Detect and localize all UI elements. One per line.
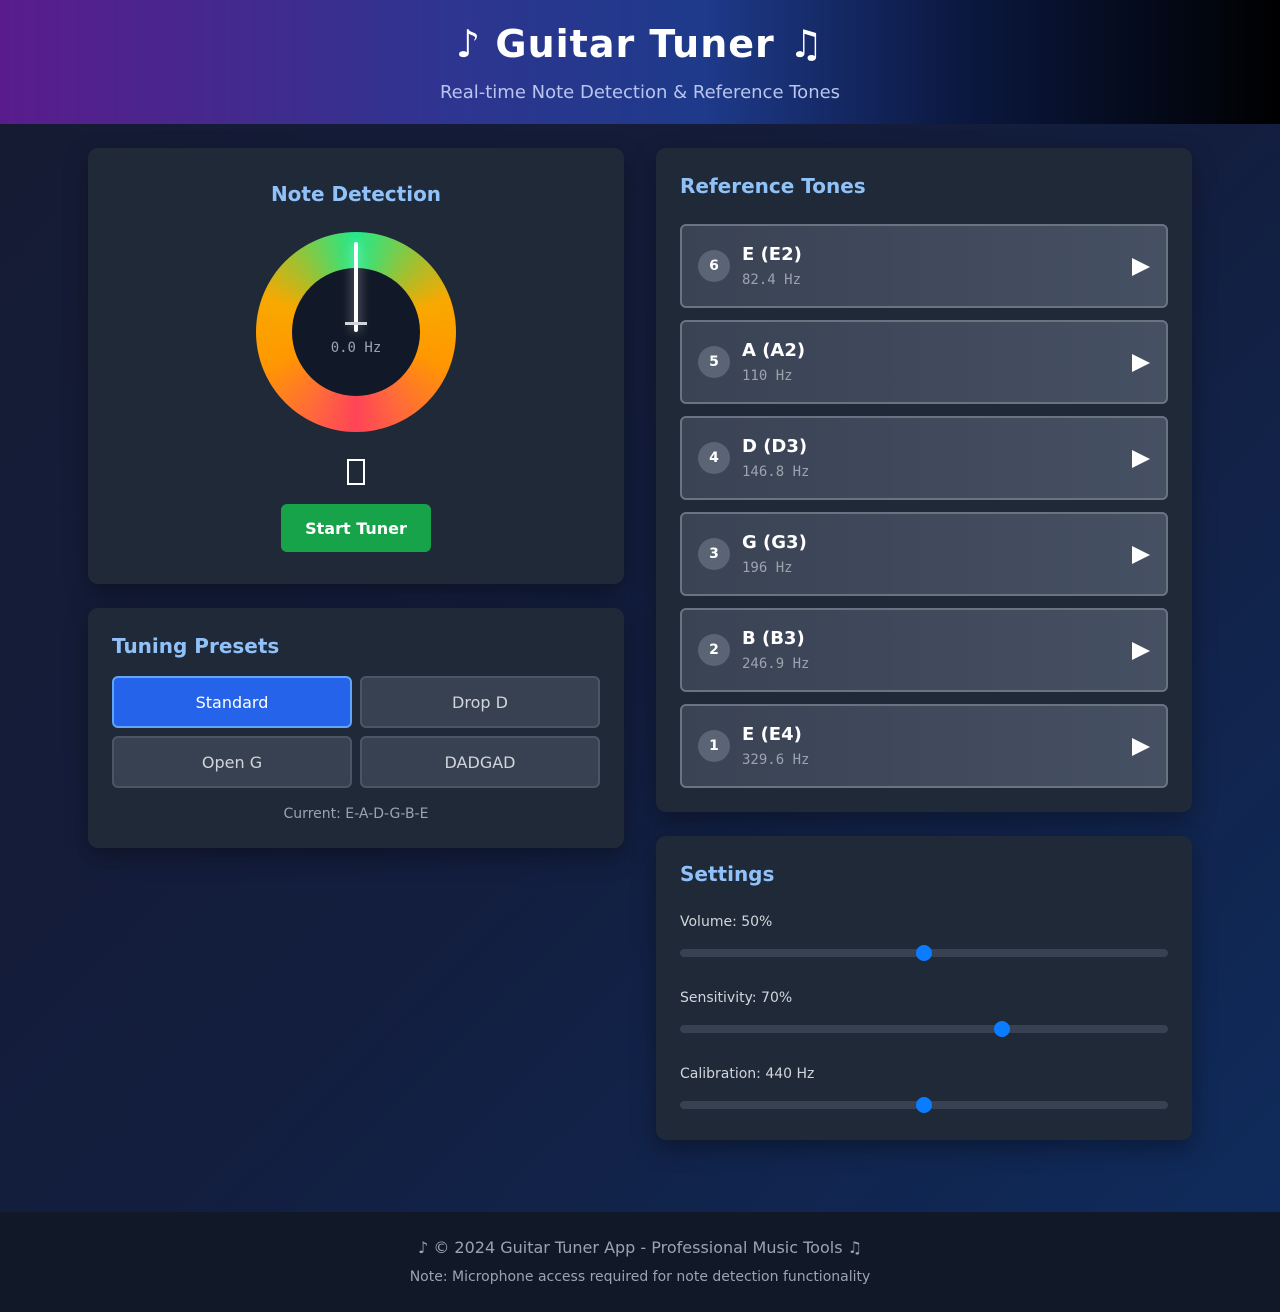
tone-frequency: 329.6 Hz [742, 752, 810, 768]
volume-slider-thumb[interactable] [916, 945, 932, 961]
calibration-label: Calibration: 440 Hz [680, 1066, 815, 1082]
detected-frequency: 0.0 Hz [330, 340, 382, 356]
reference-tones-panel: Reference Tones 6 E (E2) 82.4 Hz 5 A (A2… [656, 148, 1192, 812]
volume-label: Volume: 50% [680, 914, 773, 930]
string-number: 4 [698, 442, 730, 474]
note-detection-title: Note Detection [270, 182, 442, 206]
tone-frequency: 196 Hz [742, 560, 793, 576]
string-number: 5 [698, 346, 730, 378]
string-number: 1 [698, 730, 730, 762]
tone-note: E (E2) [742, 244, 802, 265]
sensitivity-slider[interactable] [680, 1021, 1168, 1037]
app-header: ♪ Guitar Tuner ♫ Real-time Note Detectio… [0, 0, 1280, 124]
sensitivity-label: Sensitivity: 70% [680, 990, 793, 1006]
tone-row-string-4[interactable]: 4 D (D3) 146.8 Hz [680, 416, 1168, 500]
tone-row-string-5[interactable]: 5 A (A2) 110 Hz [680, 320, 1168, 404]
settings-title: Settings [680, 862, 775, 886]
start-tuner-button[interactable]: Start Tuner [281, 504, 431, 552]
needle-base [345, 322, 367, 325]
tone-frequency: 146.8 Hz [742, 464, 810, 480]
tone-row-string-2[interactable]: 2 B (B3) 246.9 Hz [680, 608, 1168, 692]
footer-copyright: ♪ © 2024 Guitar Tuner App - Professional… [418, 1238, 862, 1257]
tone-frequency: 82.4 Hz [742, 272, 802, 288]
app-subtitle: Real-time Note Detection & Reference Ton… [439, 82, 841, 103]
settings-panel: Settings Volume: 50% Sensitivity: 70% Ca… [656, 836, 1192, 1140]
tone-note: A (A2) [742, 340, 806, 361]
volume-slider[interactable] [680, 945, 1168, 961]
footer-note: Note: Microphone access required for not… [409, 1269, 871, 1285]
tone-note: B (B3) [742, 628, 805, 649]
reference-tones-title: Reference Tones [680, 174, 866, 198]
tone-row-string-3[interactable]: 3 G (G3) 196 Hz [680, 512, 1168, 596]
calibration-slider[interactable] [680, 1097, 1168, 1113]
play-icon[interactable] [1130, 352, 1152, 374]
tone-frequency: 110 Hz [742, 368, 793, 384]
tone-note: D (D3) [742, 436, 808, 457]
preset-dadgad-button[interactable]: DADGAD [360, 736, 600, 788]
tuning-presets-panel: Tuning Presets Standard Drop D Open G DA… [88, 608, 624, 848]
tone-frequency: 246.9 Hz [742, 656, 810, 672]
microphone-icon [347, 459, 365, 485]
tone-row-string-1[interactable]: 1 E (E4) 329.6 Hz [680, 704, 1168, 788]
preset-drop-d-button[interactable]: Drop D [360, 676, 600, 728]
preset-standard-button[interactable]: Standard [112, 676, 352, 728]
tuning-gauge: 0.0 Hz [256, 232, 456, 432]
play-icon[interactable] [1130, 256, 1152, 278]
preset-open-g-button[interactable]: Open G [112, 736, 352, 788]
tuning-presets-title: Tuning Presets [112, 634, 280, 658]
tone-row-string-6[interactable]: 6 E (E2) 82.4 Hz [680, 224, 1168, 308]
string-number: 6 [698, 250, 730, 282]
string-number: 2 [698, 634, 730, 666]
play-icon[interactable] [1130, 640, 1152, 662]
play-icon[interactable] [1130, 736, 1152, 758]
play-icon[interactable] [1130, 448, 1152, 470]
current-tuning: Current: E-A-D-G-B-E [283, 806, 429, 822]
play-icon[interactable] [1130, 544, 1152, 566]
string-number: 3 [698, 538, 730, 570]
app-footer: ♪ © 2024 Guitar Tuner App - Professional… [0, 1212, 1280, 1312]
note-detection-panel: Note Detection 0.0 Hz Start Tuner [88, 148, 624, 584]
tone-note: G (G3) [742, 532, 807, 553]
sensitivity-slider-thumb[interactable] [994, 1021, 1011, 1037]
app-title: ♪ Guitar Tuner ♫ [455, 22, 825, 66]
gauge-needle [354, 242, 358, 332]
calibration-slider-thumb[interactable] [916, 1097, 932, 1113]
tone-note: E (E4) [742, 724, 802, 745]
